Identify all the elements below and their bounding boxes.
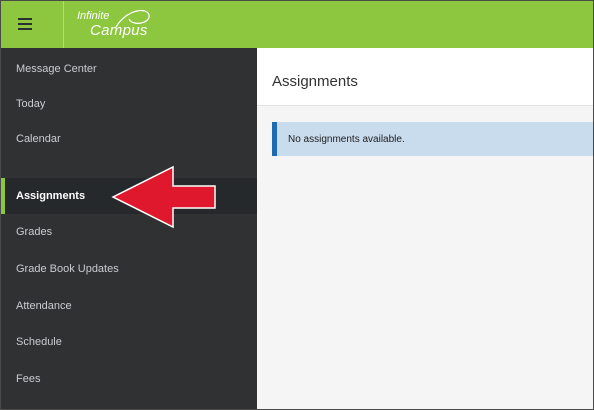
sidebar-item-fees[interactable]: Fees bbox=[1, 361, 257, 397]
sidebar-item-label: Attendance bbox=[16, 300, 72, 312]
sidebar-item-schedule[interactable]: Schedule bbox=[1, 324, 257, 360]
sidebar-item-message-center[interactable]: Message Center bbox=[1, 51, 257, 87]
infinite-campus-logo[interactable]: Infinite Campus bbox=[77, 7, 187, 43]
sidebar-item-label: Fees bbox=[16, 373, 41, 385]
sidebar-item-label: Grades bbox=[16, 226, 53, 238]
logo-text-campus: Campus bbox=[90, 22, 148, 39]
top-bar: Infinite Campus bbox=[1, 1, 593, 48]
sidebar-item-today[interactable]: Today bbox=[1, 86, 257, 122]
red-arrow-left-icon bbox=[111, 165, 216, 229]
hamburger-menu-icon[interactable] bbox=[12, 11, 38, 37]
sidebar-item-label: Schedule bbox=[16, 336, 62, 348]
sidebar-item-label: Message Center bbox=[16, 63, 97, 75]
main-header: Assignments bbox=[257, 48, 593, 106]
logo-divider bbox=[63, 1, 64, 48]
app-window: Infinite Campus Message Center Today Cal… bbox=[0, 0, 594, 410]
sidebar-item-grade-book-updates[interactable]: Grade Book Updates bbox=[1, 251, 257, 287]
info-alert: No assignments available. bbox=[272, 122, 593, 156]
sidebar-item-attendance[interactable]: Attendance bbox=[1, 288, 257, 324]
alert-text: No assignments available. bbox=[288, 133, 405, 145]
page-title: Assignments bbox=[272, 73, 358, 90]
sidebar-item-label: Calendar bbox=[16, 133, 61, 145]
sidebar-item-label: Today bbox=[16, 98, 46, 110]
sidebar-item-label: Assignments bbox=[16, 190, 86, 202]
main-content: No assignments available. bbox=[257, 106, 593, 409]
logo-text-infinite: Infinite bbox=[77, 10, 110, 22]
sidebar-item-calendar[interactable]: Calendar bbox=[1, 121, 257, 157]
sidebar-item-label: Grade Book Updates bbox=[16, 263, 119, 275]
